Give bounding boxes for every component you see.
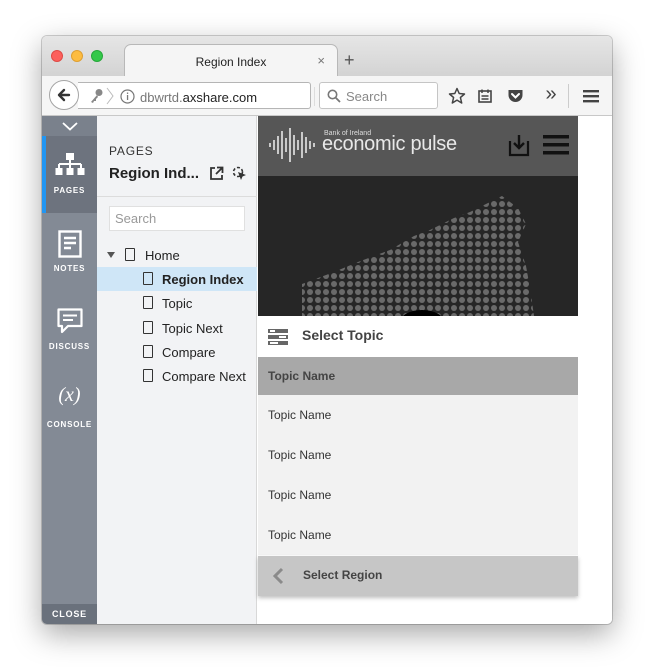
url-bar[interactable]: dbwrtd.axshare.com <box>78 82 336 110</box>
browser-search-input[interactable]: Search <box>319 82 438 109</box>
prototype-header: Bank of Ireland economic pulse <box>258 116 578 176</box>
rail-label-console: CONSOLE <box>46 420 93 429</box>
rail-item-pages[interactable]: PAGES <box>42 136 97 213</box>
page-icon <box>143 321 153 334</box>
chevron-down-icon <box>61 121 78 131</box>
pages-search-input[interactable] <box>109 206 245 231</box>
page-icon <box>143 296 153 309</box>
current-page-title: Region Ind... <box>109 165 199 182</box>
topic-row-label: Topic Name <box>268 448 332 462</box>
tree-item-topic-next[interactable]: Topic Next <box>97 316 257 340</box>
region-dot-map <box>302 196 534 316</box>
discuss-icon <box>42 308 97 334</box>
select-topic-bar[interactable]: Select Topic <box>258 316 578 357</box>
pages-panel: PAGES Region Ind... Home Region Index To… <box>97 116 257 624</box>
pages-heading: PAGES <box>109 144 154 158</box>
sitemap-icon <box>42 152 97 178</box>
page-icon <box>143 345 153 358</box>
rail-label-pages: PAGES <box>53 186 86 195</box>
window-close-button[interactable] <box>51 50 63 62</box>
tree-item-label: Compare Next <box>162 369 246 384</box>
topic-row[interactable]: Topic Name <box>258 395 578 435</box>
tree-item-label: Topic Next <box>162 321 223 336</box>
dot-map-graphic <box>258 176 578 316</box>
rail-label-discuss: DISCUSS <box>48 342 91 351</box>
collapse-sidebar-button[interactable] <box>42 116 97 136</box>
back-arrow-icon <box>57 88 71 102</box>
tab-strip: Region Index × + <box>42 36 612 77</box>
tree-item-topic[interactable]: Topic <box>97 291 257 315</box>
notes-icon <box>42 230 97 258</box>
tree-item-region-index[interactable]: Region Index <box>97 267 257 291</box>
chevron-left-icon <box>272 567 284 590</box>
tree-item-compare[interactable]: Compare <box>97 340 257 364</box>
browser-search-placeholder: Search <box>346 89 388 104</box>
reading-list-icon[interactable] <box>474 85 496 107</box>
console-icon: (x) <box>42 384 97 407</box>
pulse-logo-icon <box>268 126 316 169</box>
url-domain: axshare.com <box>182 90 258 105</box>
browser-window: Region Index × + dbwrtd.axshare.com Sear… <box>42 36 612 624</box>
tree-item-label: Home <box>145 248 180 263</box>
tab-title: Region Index <box>195 55 267 69</box>
topic-row[interactable]: Topic Name <box>258 435 578 475</box>
select-region-label: Select Region <box>303 568 383 582</box>
close-sidebar-button[interactable]: CLOSE <box>42 604 97 624</box>
browser-tab[interactable]: Region Index × <box>124 44 338 77</box>
overflow-chevron-icon[interactable]: » <box>540 83 562 105</box>
highlight-hotspots-icon[interactable] <box>230 164 248 182</box>
page-icon <box>143 272 153 285</box>
tree-item-home[interactable]: Home <box>97 243 257 267</box>
tab-close-icon[interactable]: × <box>317 53 325 68</box>
window-minimize-button[interactable] <box>71 50 83 62</box>
pocket-icon[interactable] <box>504 85 526 107</box>
new-tab-button[interactable]: + <box>344 51 355 69</box>
rail-label-notes: NOTES <box>53 264 86 273</box>
tree-item-compare-next[interactable]: Compare Next <box>97 364 257 388</box>
key-icon <box>90 88 104 109</box>
topic-row-label: Topic Name <box>268 488 332 502</box>
topic-row[interactable]: Topic Name <box>258 475 578 515</box>
select-topic-label: Select Topic <box>302 327 384 343</box>
panel-divider <box>97 196 257 197</box>
expand-caret-icon[interactable] <box>107 252 115 258</box>
download-icon[interactable] <box>508 133 530 162</box>
url-subdomain: dbwrtd. <box>140 90 183 105</box>
topic-row[interactable]: Topic Name <box>258 515 578 555</box>
chevron-right-icon <box>106 87 114 110</box>
tree-item-label: Region Index <box>162 272 244 287</box>
tree-item-label: Compare <box>162 345 216 360</box>
rail-item-console[interactable]: (x) CONSOLE <box>42 370 97 447</box>
rail-item-discuss[interactable]: DISCUSS <box>42 292 97 369</box>
open-in-new-icon[interactable] <box>207 164 225 182</box>
sidebar-icon-rail: PAGES NOTES DISCUSS (x) CONSOLE CLOSE <box>42 116 97 624</box>
tree-item-label: Topic <box>162 296 193 311</box>
topic-list-icon <box>268 329 288 350</box>
bookmark-star-icon[interactable] <box>446 85 468 107</box>
page-icon <box>125 248 135 261</box>
url-separator <box>314 87 315 106</box>
hamburger-menu-icon[interactable] <box>580 85 602 107</box>
rail-item-notes[interactable]: NOTES <box>42 214 97 291</box>
topic-header-label: Topic Name <box>268 369 336 383</box>
search-icon <box>327 89 341 108</box>
topic-list-header[interactable]: Topic Name <box>258 357 578 395</box>
topic-row-label: Topic Name <box>268 408 332 422</box>
select-region-button[interactable]: Select Region <box>258 556 578 596</box>
page-icon <box>143 369 153 382</box>
prototype-viewport: Bank of Ireland economic pulse Select To… <box>258 116 612 624</box>
topic-row-label: Topic Name <box>268 528 332 542</box>
url-text[interactable]: dbwrtd.axshare.com <box>140 90 257 105</box>
toolbar-divider <box>568 84 569 108</box>
window-maximize-button[interactable] <box>91 50 103 62</box>
back-button[interactable] <box>49 80 79 110</box>
console-glyph: (x) <box>58 384 81 406</box>
info-icon[interactable] <box>120 89 135 109</box>
prototype-menu-icon[interactable] <box>543 134 569 161</box>
navigation-bar: dbwrtd.axshare.com Search » <box>42 76 612 116</box>
brand-title: economic pulse <box>322 133 457 155</box>
